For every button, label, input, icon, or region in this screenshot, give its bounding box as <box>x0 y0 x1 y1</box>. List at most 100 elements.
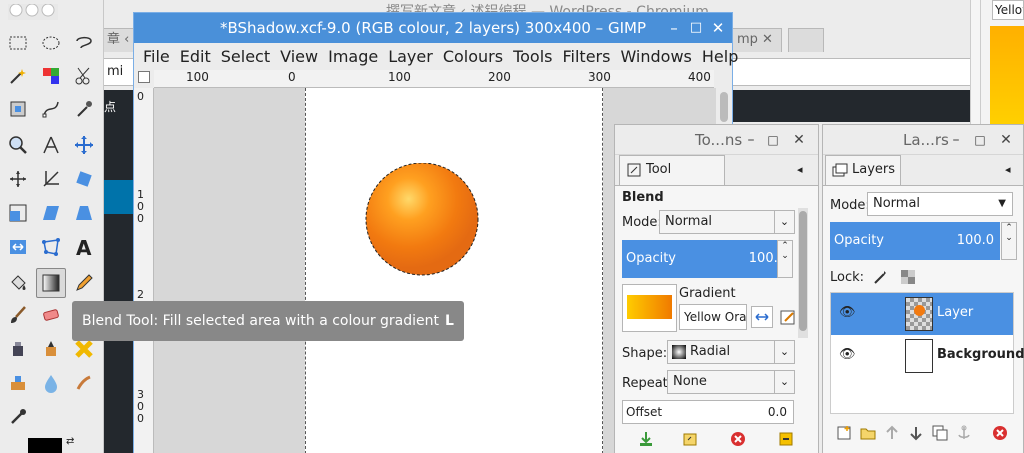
dodge-burn-icon[interactable] <box>3 402 33 432</box>
shear-icon[interactable] <box>36 198 66 228</box>
menu-windows[interactable]: Windows <box>615 47 696 66</box>
dock-close-button[interactable]: ✕ <box>997 125 1015 155</box>
dropdown-icon: ▼ <box>998 198 1006 209</box>
pencil-icon[interactable] <box>69 268 99 298</box>
menu-colours[interactable]: Colours <box>438 47 508 66</box>
tool-options-scrollbar[interactable] <box>798 208 808 338</box>
new-tab-button[interactable] <box>788 28 824 52</box>
menu-edit[interactable]: Edit <box>175 47 216 66</box>
cage-transform-icon[interactable] <box>36 232 66 262</box>
restore-options-icon[interactable] <box>679 428 701 450</box>
text-icon[interactable]: A <box>69 232 99 262</box>
menu-layer[interactable]: Layer <box>383 47 438 66</box>
layer-name[interactable]: Layer <box>937 305 973 320</box>
foreground-select-icon[interactable] <box>3 94 33 124</box>
quick-mask-toggle[interactable] <box>138 71 150 83</box>
menu-help[interactable]: Help <box>697 47 743 66</box>
dock-close-button[interactable]: ✕ <box>790 125 808 155</box>
gradient-name-field[interactable]: Yellow Orange <box>679 304 747 330</box>
dock-maximize-button[interactable]: □ <box>971 125 989 155</box>
offset-slider[interactable]: Offset 0.0 <box>622 400 794 424</box>
layer-opacity-slider[interactable]: Opacity 100.0 <box>830 222 1000 260</box>
layer-row[interactable]: 👁 Layer <box>831 293 1013 335</box>
dock-minimize-button[interactable]: – <box>947 125 965 155</box>
paths-icon[interactable] <box>36 94 66 124</box>
scale-icon[interactable] <box>3 198 33 228</box>
anchor-layer-icon[interactable] <box>953 422 975 444</box>
mode-combobox[interactable]: Normal ⌄ <box>659 210 795 234</box>
tab-layers[interactable]: Layers <box>825 155 901 185</box>
layers-mode-combobox[interactable]: Normal ▼ <box>867 192 1013 216</box>
new-layer-group-icon[interactable] <box>857 422 879 444</box>
delete-layer-icon[interactable] <box>989 422 1011 444</box>
layer-name[interactable]: Background <box>937 347 1024 362</box>
lasso-icon[interactable] <box>69 28 99 58</box>
swap-colors-icon[interactable]: ⇄ <box>66 436 74 447</box>
reverse-gradient-icon[interactable] <box>751 306 773 328</box>
measure-icon[interactable] <box>36 130 66 160</box>
dock-minimize-button[interactable]: – <box>742 125 760 155</box>
shape-combobox[interactable]: Radial ⌄ <box>667 340 795 364</box>
delete-options-icon[interactable] <box>727 428 749 450</box>
gradient-button[interactable] <box>622 284 677 332</box>
menu-image[interactable]: Image <box>323 47 383 66</box>
fuzzy-select-icon[interactable] <box>3 61 33 91</box>
dock-menu-icon[interactable]: ◂ <box>1005 163 1011 176</box>
opacity-slider[interactable]: Opacity 100.0 <box>622 240 792 278</box>
clone-icon[interactable] <box>3 368 33 398</box>
perspective-icon[interactable] <box>69 198 99 228</box>
ink-icon[interactable] <box>36 334 66 364</box>
raise-layer-icon[interactable] <box>881 422 903 444</box>
layer-opacity-spin[interactable]: ⌃ ⌄ <box>1001 222 1017 260</box>
menu-view[interactable]: View <box>275 47 323 66</box>
blend-tool-icon[interactable] <box>36 268 66 298</box>
wp-sidebar-active[interactable] <box>100 180 133 214</box>
layer-row[interactable]: 👁 Background <box>831 335 1024 377</box>
rotate-icon[interactable] <box>69 164 99 194</box>
menu-filters[interactable]: Filters <box>557 47 615 66</box>
menu-tools[interactable]: Tools <box>508 47 557 66</box>
lock-pixels-icon[interactable] <box>869 266 891 288</box>
reset-options-icon[interactable] <box>775 428 797 450</box>
menu-select[interactable]: Select <box>216 47 275 66</box>
color-picker-icon[interactable] <box>69 94 99 124</box>
smudge-icon[interactable] <box>69 368 99 398</box>
lower-layer-icon[interactable] <box>905 422 927 444</box>
opacity-spin[interactable]: ⌃ ⌄ <box>777 240 793 278</box>
blur-icon[interactable] <box>36 368 66 398</box>
new-layer-icon[interactable] <box>833 422 855 444</box>
visibility-eye-icon[interactable]: 👁 <box>839 305 856 320</box>
foreground-color-swatch[interactable] <box>28 438 62 453</box>
dock-maximize-button[interactable]: □ <box>764 125 782 155</box>
vertical-ruler[interactable]: 0 1 0 0 2 3 0 0 <box>134 88 154 453</box>
edit-gradient-icon[interactable] <box>777 306 799 328</box>
zoom-icon[interactable] <box>3 130 33 160</box>
close-button[interactable]: ✕ <box>706 13 730 43</box>
maximize-button[interactable]: □ <box>684 13 708 43</box>
scrollbar-thumb[interactable] <box>720 92 728 122</box>
select-by-color-icon[interactable] <box>36 61 66 91</box>
horizontal-ruler[interactable]: 100 0 100 200 300 400 <box>154 70 714 88</box>
align-icon[interactable] <box>3 164 33 194</box>
tab-tool-options[interactable]: Tool Options <box>619 155 725 205</box>
ellipse-select-icon[interactable] <box>36 28 66 58</box>
crop-icon[interactable] <box>36 164 66 194</box>
minimize-button[interactable]: – <box>662 13 686 43</box>
rect-select-icon[interactable] <box>3 28 33 58</box>
scissors-icon[interactable] <box>69 61 99 91</box>
save-options-icon[interactable] <box>635 428 657 450</box>
eraser-icon[interactable] <box>36 300 66 330</box>
right-field[interactable]: Yellow <box>992 0 1024 20</box>
flip-icon[interactable] <box>3 232 33 262</box>
dock-menu-icon[interactable]: ◂ <box>797 163 803 176</box>
bucket-fill-icon[interactable] <box>3 268 33 298</box>
duplicate-layer-icon[interactable] <box>929 422 951 444</box>
menu-file[interactable]: File <box>138 47 175 66</box>
image-canvas[interactable] <box>305 88 603 453</box>
move-icon[interactable] <box>69 130 99 160</box>
repeat-combobox[interactable]: None ⌄ <box>667 370 795 394</box>
visibility-eye-icon[interactable]: 👁 <box>839 347 856 362</box>
lock-alpha-icon[interactable] <box>897 266 919 288</box>
paintbrush-icon[interactable] <box>3 300 33 330</box>
airbrush-icon[interactable] <box>3 334 33 364</box>
